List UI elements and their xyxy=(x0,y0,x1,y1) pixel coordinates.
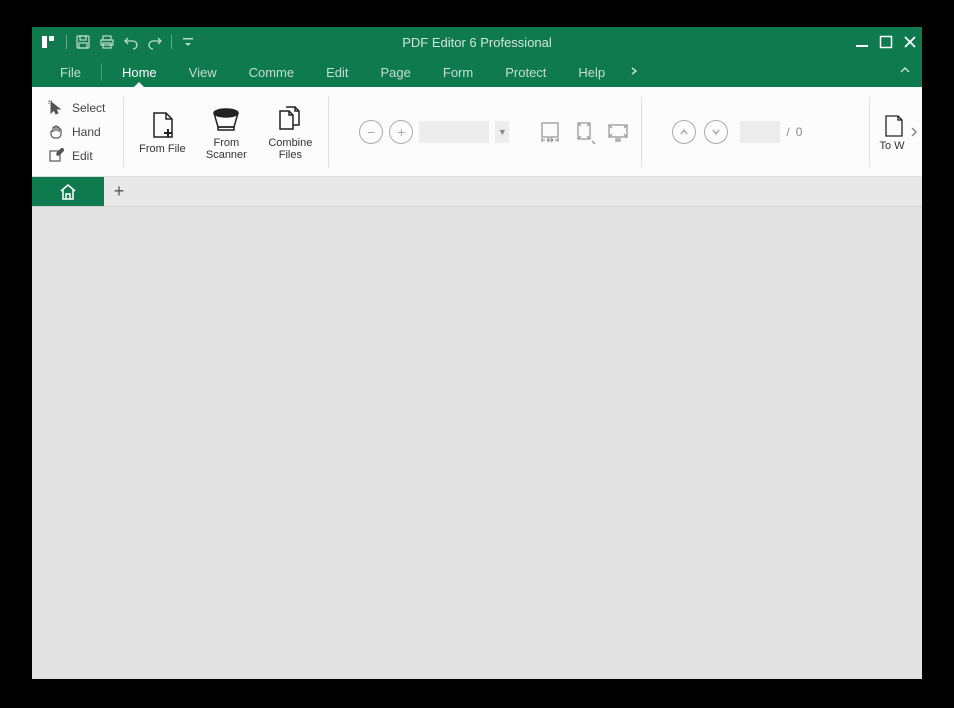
ribbon-scroll-right-icon[interactable] xyxy=(908,126,920,138)
separator xyxy=(869,97,870,167)
menu-page[interactable]: Page xyxy=(365,57,427,87)
prev-page-button[interactable] xyxy=(672,120,696,144)
select-tool[interactable]: Select xyxy=(44,98,109,118)
from-scanner-label: From Scanner xyxy=(194,137,258,161)
menu-file[interactable]: File xyxy=(44,57,97,87)
quick-access-dropdown-icon[interactable] xyxy=(180,34,196,50)
page-number-input[interactable] xyxy=(740,121,780,143)
separator xyxy=(328,97,329,167)
next-page-button[interactable] xyxy=(704,120,728,144)
page-total: 0 xyxy=(796,125,803,139)
document-tab-bar: + xyxy=(32,177,922,207)
actual-size-icon[interactable] xyxy=(605,119,631,145)
hand-tool[interactable]: Hand xyxy=(44,122,109,142)
redo-icon[interactable] xyxy=(147,34,163,50)
undo-icon[interactable] xyxy=(123,34,139,50)
menu-protect[interactable]: Protect xyxy=(489,57,562,87)
home-tab[interactable] xyxy=(32,177,104,206)
zoom-in-button[interactable]: + xyxy=(389,120,413,144)
app-logo-icon xyxy=(40,34,56,50)
new-tab-button[interactable]: + xyxy=(104,177,134,206)
fit-width-icon[interactable] xyxy=(537,119,563,145)
combine-files-button[interactable]: Combine Files xyxy=(258,92,322,172)
print-icon[interactable] xyxy=(99,34,115,50)
separator xyxy=(171,35,172,49)
to-word-label: To W xyxy=(879,140,904,152)
from-scanner-button[interactable]: From Scanner xyxy=(194,92,258,172)
edit-tool-label: Edit xyxy=(72,149,93,163)
zoom-out-button[interactable]: − xyxy=(359,120,383,144)
combine-files-label: Combine Files xyxy=(258,137,322,161)
zoom-dropdown-icon[interactable]: ▼ xyxy=(495,121,509,143)
edit-tool[interactable]: Edit xyxy=(44,146,109,166)
menu-help[interactable]: Help xyxy=(562,57,621,87)
menu-edit[interactable]: Edit xyxy=(310,57,364,87)
menu-home[interactable]: Home xyxy=(106,57,173,87)
collapse-ribbon-icon[interactable] xyxy=(898,63,912,82)
zoom-input[interactable] xyxy=(419,121,489,143)
from-file-button[interactable]: From File xyxy=(130,92,194,172)
menu-more-icon[interactable] xyxy=(621,65,647,79)
save-icon[interactable] xyxy=(75,34,91,50)
document-area xyxy=(32,207,922,679)
close-button[interactable] xyxy=(898,27,922,57)
hand-tool-label: Hand xyxy=(72,125,101,139)
title-bar: PDF Editor 6 Professional xyxy=(32,27,922,57)
separator xyxy=(641,97,642,167)
menu-comment[interactable]: Comme xyxy=(233,57,311,87)
separator xyxy=(66,35,67,49)
maximize-button[interactable] xyxy=(874,27,898,57)
separator xyxy=(123,97,124,167)
app-title: PDF Editor 6 Professional xyxy=(402,35,552,50)
from-file-label: From File xyxy=(139,143,185,155)
page-separator: / xyxy=(786,125,789,139)
menu-bar: File Home View Comme Edit Page Form Prot… xyxy=(32,57,922,87)
select-tool-label: Select xyxy=(72,101,105,115)
to-word-button[interactable]: To W xyxy=(876,112,908,152)
menu-form[interactable]: Form xyxy=(427,57,489,87)
ribbon: Select Hand Edit From File From Scanner … xyxy=(32,87,922,177)
menu-view[interactable]: View xyxy=(173,57,233,87)
fit-page-icon[interactable] xyxy=(571,119,597,145)
separator xyxy=(101,63,102,81)
minimize-button[interactable] xyxy=(850,27,874,57)
